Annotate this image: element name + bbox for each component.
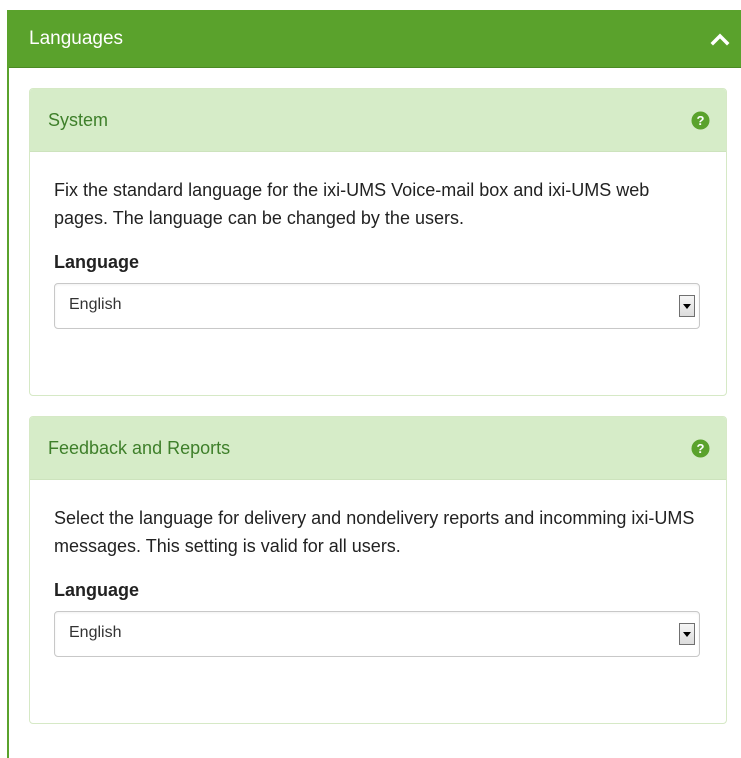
panel-body: Select the language for delivery and non… — [30, 480, 726, 657]
chevron-up-icon[interactable] — [709, 28, 731, 50]
panel-description: Fix the standard language for the ixi-UM… — [54, 180, 650, 228]
svg-text:?: ? — [697, 113, 705, 128]
dropdown-arrow-icon[interactable] — [679, 623, 695, 645]
svg-text:?: ? — [697, 441, 705, 456]
language-select-value: English — [69, 624, 122, 641]
question-circle-icon[interactable]: ? — [691, 111, 710, 130]
language-select-value: English — [69, 296, 122, 313]
language-label: Language — [54, 580, 140, 600]
question-circle-icon[interactable]: ? — [691, 439, 710, 458]
panel-heading: System ? — [30, 89, 726, 152]
section-title: Languages — [29, 27, 124, 49]
panel-system: System ? Fix the standard language for t… — [29, 88, 727, 396]
language-label: Language — [54, 252, 140, 272]
panel-body: Fix the standard language for the ixi-UM… — [30, 152, 726, 329]
panel-description: Select the language for delivery and non… — [54, 508, 695, 556]
panel-title: Feedback and Reports — [48, 437, 231, 458]
languages-section: Languages System ? Fix the standard lang… — [7, 10, 741, 758]
language-select[interactable]: English — [54, 611, 700, 657]
panel-feedback-reports: Feedback and Reports ? Select the langua… — [29, 416, 727, 724]
dropdown-arrow-icon[interactable] — [679, 295, 695, 317]
panel-title: System — [48, 109, 109, 130]
language-select[interactable]: English — [54, 283, 700, 329]
panel-heading: Feedback and Reports ? — [30, 417, 726, 480]
section-header[interactable]: Languages — [9, 10, 741, 68]
